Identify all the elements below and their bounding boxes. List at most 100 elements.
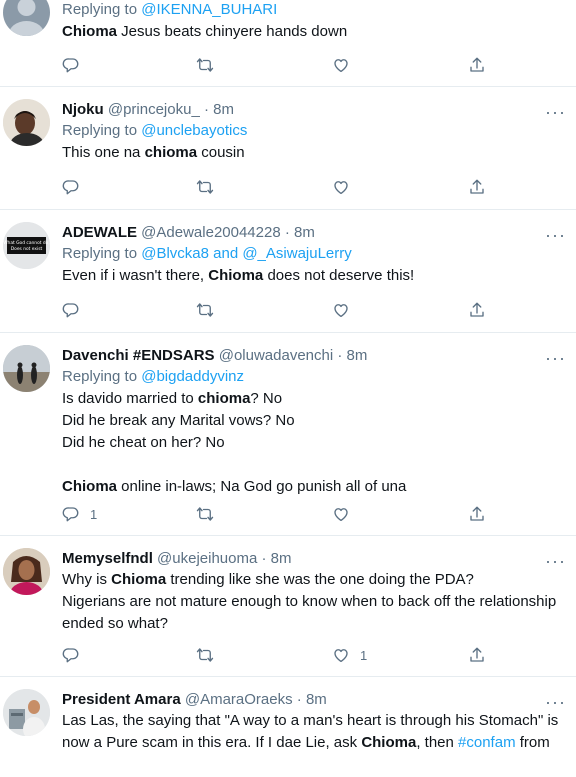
replying-prefix: Replying to [62,1,142,18]
like-button[interactable]: 1 [332,643,367,667]
user-handle[interactable]: @princejoku_ [108,101,200,118]
like-button[interactable] [332,175,350,199]
text-bold: chioma [144,144,198,161]
text-pre: Is davido married to [62,390,198,407]
retweet-button[interactable] [196,502,214,526]
display-name[interactable]: ADEWALE [62,224,137,241]
tweet-header: Davenchi #ENDSARS @oluwadavenchi · 8m [62,346,566,366]
text-line: Nigerians are not mature enough to know … [62,593,557,610]
share-button[interactable] [468,502,486,526]
reply-icon [62,646,80,664]
text-line: Chioma online in-laws; Na God go punish … [62,476,566,498]
tweet[interactable]: President Amara @AmaraOraeks · 8m Las La… [0,677,576,777]
avatar[interactable] [3,548,50,595]
like-button[interactable] [332,53,350,77]
display-name[interactable]: Njoku [62,101,104,118]
replying-prefix: Replying to [62,368,142,385]
replying-to: Replying to @Blvcka8 and @_AsiwajuLerry [62,243,566,265]
reply-icon [62,301,80,319]
like-button[interactable] [332,502,350,526]
share-button[interactable] [468,643,486,667]
reply-icon [62,505,80,523]
text-rest: trending like she was the one doing the … [166,571,474,588]
text-bold: Chioma [111,571,167,588]
reply-button[interactable] [62,643,80,667]
share-icon [468,178,486,196]
reply-handle-link[interactable]: @IKENNA_BUHARI [141,1,277,18]
more-options-button[interactable]: ··· [545,349,566,367]
text-rest: Jesus beats chinyere hands down [117,23,348,40]
retweet-button[interactable] [196,298,214,322]
share-button[interactable] [468,53,486,77]
tweet-text: Even if i wasn't there, Chioma does not … [62,265,566,287]
timestamp[interactable]: · 8m [337,347,367,364]
like-button[interactable] [332,298,350,322]
svg-text:What God cannot do,: What God cannot do, [3,240,50,246]
avatar[interactable] [3,345,50,392]
like-count: 1 [360,647,368,663]
reply-count: 1 [90,506,98,522]
reply-button[interactable] [62,53,80,77]
text-mid: , then [416,734,459,751]
replying-prefix: Replying to [62,122,142,139]
tweet-text: Is davido married to chioma? No Did he br… [62,388,566,498]
heart-icon [332,56,350,74]
user-handle[interactable]: @AmaraOraeks [185,691,293,708]
reply-handle-link[interactable]: @bigdaddyvinz [141,368,244,385]
text-rest: ? No [250,390,283,407]
text-line: Why is Chioma trending like she was the … [62,569,566,591]
avatar[interactable] [3,99,50,146]
tweet-header: ADEWALE @Adewale20044228 · 8m [62,223,566,243]
more-options-button[interactable]: ··· [545,693,566,711]
user-handle[interactable]: @Adewale20044228 [141,224,281,241]
replying-prefix: Replying to [62,245,142,262]
tweet[interactable]: Replying to @IKENNA_BUHARI Chioma Jesus … [0,0,576,87]
retweet-button[interactable] [196,175,214,199]
tweet[interactable]: Njoku @princejoku_ · 8m Replying to @unc… [0,87,576,210]
more-options-button[interactable]: ··· [545,226,566,244]
reply-handle-link[interactable]: @unclebayotics [141,122,247,139]
text-pre: Why is [62,571,112,588]
timestamp[interactable]: · 8m [285,224,315,241]
reply-handle-link[interactable]: @Blvcka8 and @_AsiwajuLerry [141,245,352,262]
user-handle[interactable]: @oluwadavenchi [219,347,333,364]
tweet[interactable]: What God cannot do, Does not exist ADEWAL… [0,210,576,333]
replying-to: Replying to @IKENNA_BUHARI [62,0,566,21]
tweet-text: This one na chioma cousin [62,142,566,164]
tweet-text: Chioma Jesus beats chinyere hands down [62,21,566,43]
timestamp[interactable]: · 8m [262,550,292,567]
display-name[interactable]: President Amara [62,691,181,708]
retweet-icon [196,178,214,196]
avatar[interactable]: What God cannot do, Does not exist [3,222,50,269]
timestamp[interactable]: · 8m [297,691,327,708]
share-button[interactable] [468,298,486,322]
more-options-button[interactable]: ··· [545,103,566,121]
avatar[interactable] [3,0,50,36]
share-icon [468,646,486,664]
hashtag-link[interactable]: #confam [458,734,516,751]
user-handle[interactable]: @ukejeihuoma [157,550,257,567]
retweet-icon [196,56,214,74]
retweet-button[interactable] [196,643,214,667]
display-name[interactable]: Memyselfndl [62,550,153,567]
reply-button[interactable]: 1 [62,502,97,526]
text-line: Is davido married to chioma? No [62,388,566,410]
svg-text:Does not exist: Does not exist [11,246,43,252]
retweet-icon [196,505,214,523]
timestamp[interactable]: · 8m [204,101,234,118]
reply-button[interactable] [62,175,80,199]
share-icon [468,56,486,74]
more-options-button[interactable]: ··· [545,552,566,570]
tweet[interactable]: Davenchi #ENDSARS @oluwadavenchi · 8m Re… [0,333,576,536]
avatar[interactable] [3,689,50,736]
retweet-button[interactable] [196,53,214,77]
display-name[interactable]: Davenchi #ENDSARS [62,347,215,364]
tweet-header: President Amara @AmaraOraeks · 8m [62,690,566,710]
reply-button[interactable] [62,298,80,322]
text-line: Las Las, the saying that "A way to a man… [62,712,559,729]
heart-icon [332,178,350,196]
text-pre: Even if i wasn't there, [62,267,209,284]
tweet[interactable]: Memyselfndl @ukejeihuoma · 8m Why is Chi… [0,536,576,677]
tweet-header: Njoku @princejoku_ · 8m [62,100,566,120]
share-button[interactable] [468,175,486,199]
